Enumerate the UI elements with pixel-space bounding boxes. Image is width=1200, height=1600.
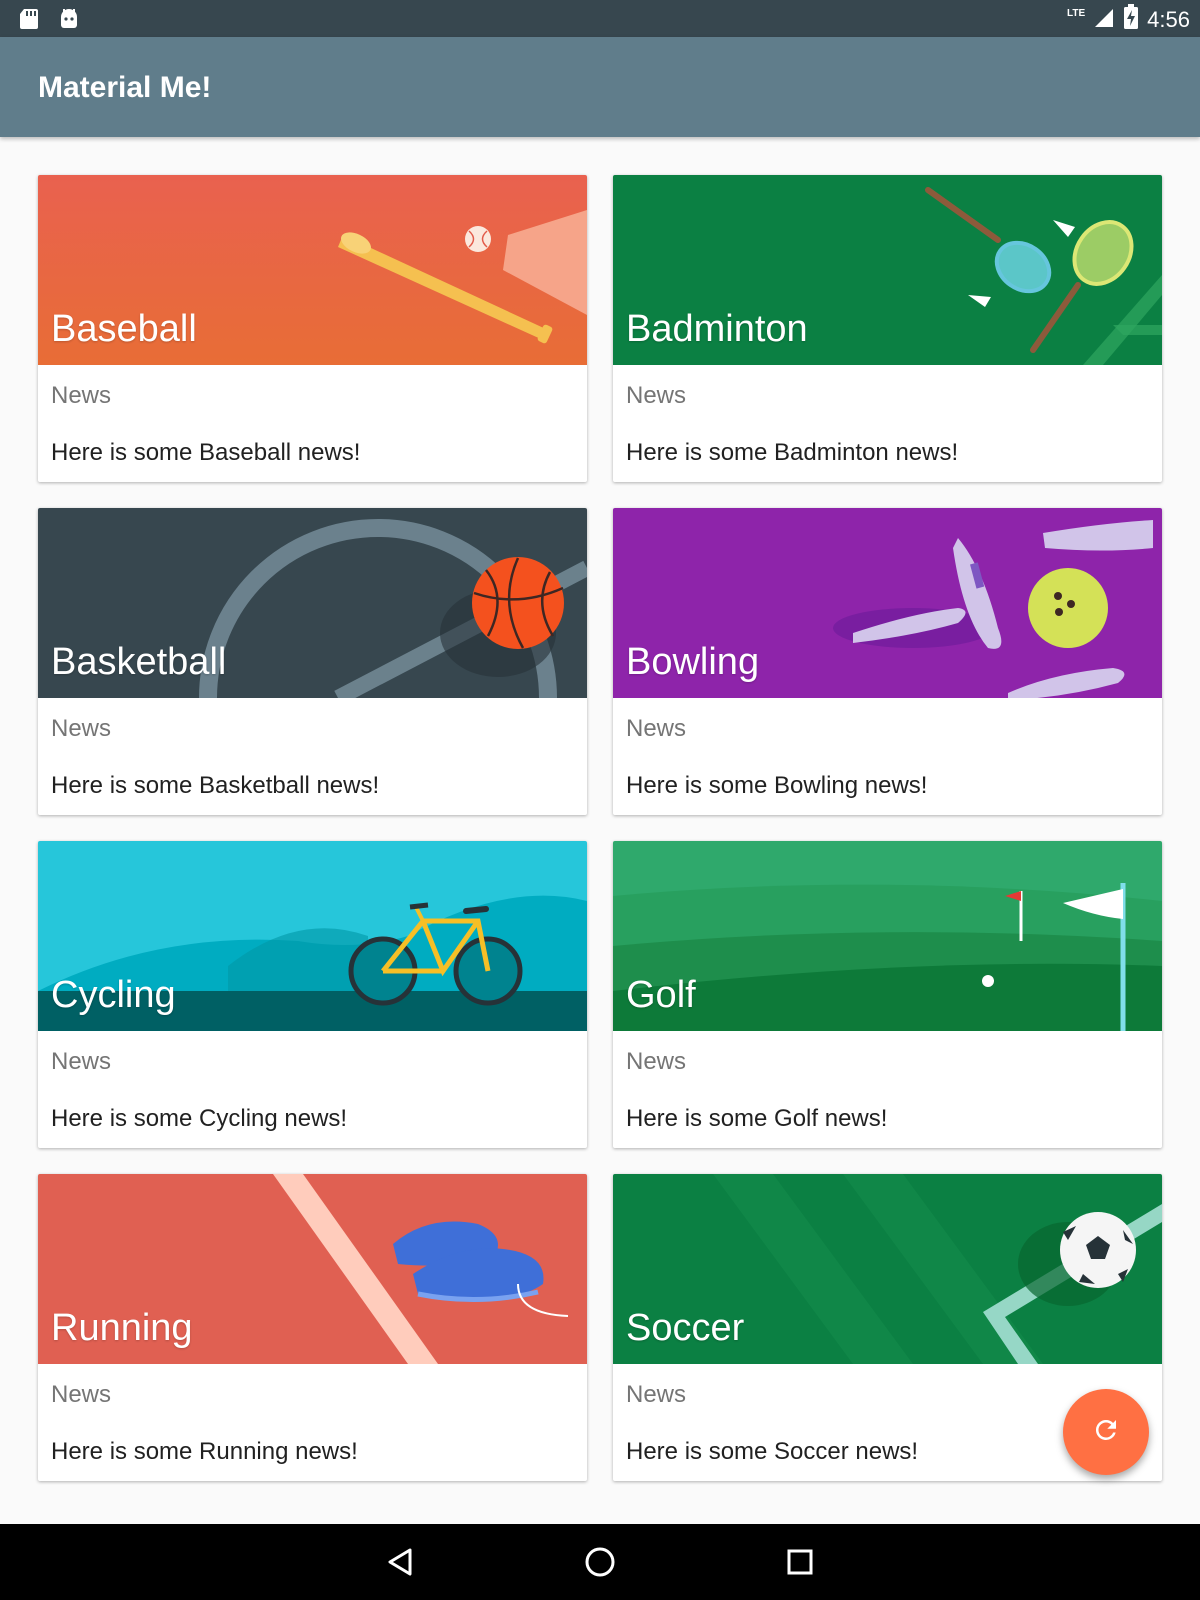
card-bowling[interactable]: Bowling News Here is some Bowling news! [613,508,1162,815]
signal-icon [1093,5,1115,35]
card-cycling[interactable]: Cycling News Here is some Cycling news! [38,841,587,1148]
card-baseball[interactable]: Baseball News Here is some Baseball news… [38,175,587,482]
card-basketball[interactable]: Basketball News Here is some Basketball … [38,508,587,815]
refresh-fab[interactable] [1063,1389,1149,1475]
card-title: Basketball [51,641,227,683]
card-title: Golf [626,974,696,1016]
card-title: Bowling [626,641,760,683]
network-type: LTE [1067,8,1086,19]
card-subtitle: News [51,382,112,409]
status-bar: LTE 4:56 [0,0,1200,37]
app-bar: Material Me! [0,37,1200,137]
basketball-image: Basketball [38,508,587,698]
sd-card-icon [18,7,40,36]
card-text: Here is some Baseball news! [51,439,361,466]
card-subtitle: News [51,1048,112,1075]
card-text: Here is some Golf news! [626,1105,888,1132]
card-title: Cycling [51,974,176,1016]
refresh-icon [1091,1415,1121,1450]
card-text: Here is some Soccer news! [626,1438,919,1465]
card-subtitle: News [626,1048,687,1075]
card-title: Baseball [51,308,197,350]
soccer-image: Soccer [613,1174,1162,1364]
card-title: Soccer [626,1307,745,1349]
battery-icon [1123,4,1139,36]
android-icon [58,7,80,36]
card-subtitle: News [626,1381,687,1408]
card-text: Here is some Cycling news! [51,1105,348,1132]
card-text: Here is some Basketball news! [51,772,380,799]
clock: 4:56 [1147,7,1190,32]
bowling-image: Bowling [613,508,1162,698]
card-title: Badminton [626,308,808,350]
card-subtitle: News [51,1381,112,1408]
cycling-image: Cycling [38,841,587,1031]
card-running[interactable]: Running News Here is some Running news! [38,1174,587,1481]
badminton-image: Badminton [613,175,1162,365]
card-text: Here is some Running news! [51,1438,358,1465]
card-subtitle: News [626,382,687,409]
app-title: Material Me! [38,71,212,104]
card-subtitle: News [51,715,112,742]
navigation-bar [0,1524,1200,1600]
card-text: Here is some Badminton news! [626,439,959,466]
card-badminton[interactable]: Badminton News Here is some Badminton ne… [613,175,1162,482]
back-button[interactable] [378,1540,422,1584]
card-title: Running [51,1307,193,1349]
home-button[interactable] [578,1540,622,1584]
card-subtitle: News [626,715,687,742]
card-golf[interactable]: Golf News Here is some Golf news! [613,841,1162,1148]
golf-image: Golf [613,841,1162,1031]
running-image: Running [38,1174,587,1364]
baseball-image: Baseball [38,175,587,365]
card-text: Here is some Bowling news! [626,772,928,799]
recents-button[interactable] [778,1540,822,1584]
